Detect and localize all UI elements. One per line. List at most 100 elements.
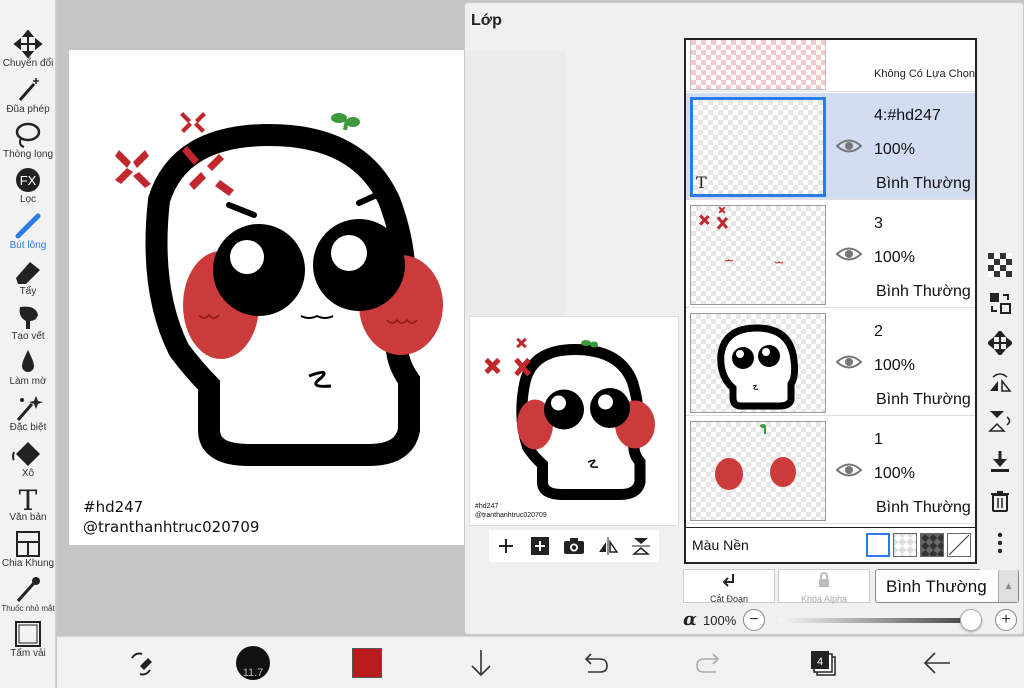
layer-opacity: 100% xyxy=(874,141,915,158)
layer-row-4[interactable]: T 4:#hd247 100% Bình Thường xyxy=(686,93,975,200)
opacity-slider-knob[interactable] xyxy=(960,609,982,631)
left-toolbar: Chuyển đổi Đũa phép Thòng lọng FX Lọc Bú… xyxy=(0,0,56,688)
tool-label: Thuốc nhỏ mắt xyxy=(1,604,55,613)
tool-label: Văn bản xyxy=(9,512,47,523)
add-layer-button[interactable] xyxy=(493,533,519,559)
layers-button[interactable]: 4 xyxy=(803,645,843,681)
visibility-eye-icon[interactable] xyxy=(836,353,862,371)
tool-frame-divider[interactable]: Chia Khung xyxy=(0,530,56,570)
preview-hashtag: #hd247 xyxy=(475,503,499,510)
more-options-button[interactable] xyxy=(986,529,1014,557)
tool-label: Thòng lọng xyxy=(2,149,54,160)
visibility-eye-icon[interactable] xyxy=(836,245,862,263)
tool-lasso[interactable]: Thòng lọng xyxy=(0,121,56,161)
layer-side-toolbar xyxy=(980,245,1020,570)
add-special-layer-button[interactable] xyxy=(527,533,553,559)
tool-eyedropper[interactable]: Thuốc nhỏ mắt xyxy=(0,575,56,615)
layer-convert-button[interactable] xyxy=(986,289,1014,317)
tool-label: Chuyển đổi xyxy=(2,58,54,69)
tool-eraser[interactable]: Tẩy xyxy=(0,258,56,298)
visibility-eye-icon[interactable] xyxy=(836,461,862,479)
bg-white-swatch[interactable] xyxy=(866,533,890,557)
tool-smudge[interactable]: Tạo vết xyxy=(0,303,56,343)
tool-label: Chia Khung xyxy=(1,558,55,569)
layer-panel: Lớp #hd247 @tranthanhtruc020709 Không Có… xyxy=(464,2,1024,635)
layer-name: 1 xyxy=(874,431,883,448)
convert-layer-icon xyxy=(990,293,1011,314)
artboard[interactable]: #hd247 @tranthanhtruc020709 xyxy=(69,50,489,545)
layer-thumbnail xyxy=(690,421,826,521)
undo-button[interactable] xyxy=(575,645,615,681)
tool-canvas[interactable]: Tấm vải xyxy=(0,620,56,660)
brush-size-button[interactable]: 11.7 xyxy=(233,645,273,681)
layer-row-1[interactable]: 1 100% Bình Thường xyxy=(686,417,975,524)
layer-down-button[interactable] xyxy=(461,645,501,681)
clipping-button[interactable]: Cắt Đoạn xyxy=(683,569,775,604)
move-layer-button[interactable] xyxy=(986,329,1014,357)
bg-transparent-light-swatch[interactable] xyxy=(893,533,917,557)
opacity-decrease-button[interactable]: − xyxy=(743,609,765,631)
layer-count: 4 xyxy=(817,656,823,668)
layer-list[interactable]: Không Có Lựa Chọn T 4:#hd247 100% Bình T… xyxy=(684,38,977,529)
alpha-lock-button[interactable]: Khóa Alpha xyxy=(778,569,870,604)
tool-label: Làm mờ xyxy=(9,376,47,387)
back-button[interactable] xyxy=(917,645,957,681)
eraser-icon xyxy=(16,262,40,284)
bg-none-swatch[interactable] xyxy=(947,533,971,557)
magic-wand-icon xyxy=(18,78,39,101)
vertical-flip-rotate-button[interactable] xyxy=(986,407,1014,435)
layer-row-2[interactable]: 2 100% Bình Thường xyxy=(686,309,975,416)
tool-label: Bút lông xyxy=(9,240,47,251)
merge-down-icon xyxy=(991,451,1009,472)
merge-down-button[interactable] xyxy=(986,447,1014,475)
import-photo-button[interactable] xyxy=(561,533,587,559)
tool-label: Tẩy xyxy=(19,286,37,297)
delete-layer-button[interactable] xyxy=(986,487,1014,515)
bg-transparent-dark-swatch[interactable] xyxy=(920,533,944,557)
bottom-toolbar: 11.7 4 xyxy=(57,636,1024,688)
clipping-label: Cắt Đoạn xyxy=(709,594,749,604)
rotate-flip-icon xyxy=(990,373,1012,392)
tool-blur[interactable]: Làm mờ xyxy=(0,348,56,388)
tool-special[interactable]: Đặc biệt xyxy=(0,394,56,434)
frame-divider-icon xyxy=(16,531,40,557)
tool-label: Đũa phép xyxy=(6,104,50,115)
blend-mode-select[interactable]: Bình Thường ▲ xyxy=(875,569,1019,603)
flip-vertical-icon xyxy=(631,538,651,555)
background-color-row: Màu Nền xyxy=(684,528,977,564)
color-picker-button[interactable] xyxy=(347,645,387,681)
visibility-eye-icon[interactable] xyxy=(836,137,862,155)
layer-row-3[interactable]: 3 100% Bình Thường xyxy=(686,201,975,308)
tool-transform[interactable]: Chuyển đổi xyxy=(0,30,56,70)
tool-brush[interactable]: Bút lông xyxy=(0,212,56,252)
new-transparent-layer-button[interactable] xyxy=(986,251,1014,279)
layer-blend-mode: Bình Thường xyxy=(876,499,971,516)
tool-text[interactable]: T Văn bản xyxy=(0,484,56,524)
redo-button[interactable] xyxy=(689,645,729,681)
brush-size-value: 11.7 xyxy=(242,667,264,679)
tool-magic-wand[interactable]: Đũa phép xyxy=(0,76,56,116)
text-layer-marker: T xyxy=(696,173,707,192)
plus-icon xyxy=(499,539,513,553)
tool-label: Lọc xyxy=(19,194,37,205)
flip-vertical-button[interactable] xyxy=(629,533,655,559)
tool-filter[interactable]: FX Lọc xyxy=(0,166,56,206)
opacity-slider-track[interactable] xyxy=(779,618,971,623)
lasso-icon xyxy=(15,122,41,148)
brush-icon xyxy=(15,213,41,239)
lock-icon xyxy=(819,572,829,587)
panel-title: Lớp xyxy=(471,12,502,29)
flip-horizontal-button[interactable] xyxy=(595,533,621,559)
rotate-flip-button[interactable] xyxy=(986,369,1014,397)
tool-bucket[interactable]: Xô xyxy=(0,440,56,480)
checker-icon xyxy=(988,253,1012,277)
tool-label: Tạo vết xyxy=(11,331,45,342)
swap-brush-icon xyxy=(131,652,152,676)
move-arrows-icon xyxy=(988,331,1012,355)
move-arrows-icon xyxy=(13,30,43,58)
dropdown-arrow-icon: ▲ xyxy=(998,570,1018,602)
opacity-increase-button[interactable]: + xyxy=(995,609,1017,631)
add-layer-box-icon xyxy=(531,537,549,555)
brush-eraser-switch-button[interactable] xyxy=(121,645,161,681)
selection-layer[interactable]: Không Có Lựa Chọn xyxy=(686,40,975,92)
